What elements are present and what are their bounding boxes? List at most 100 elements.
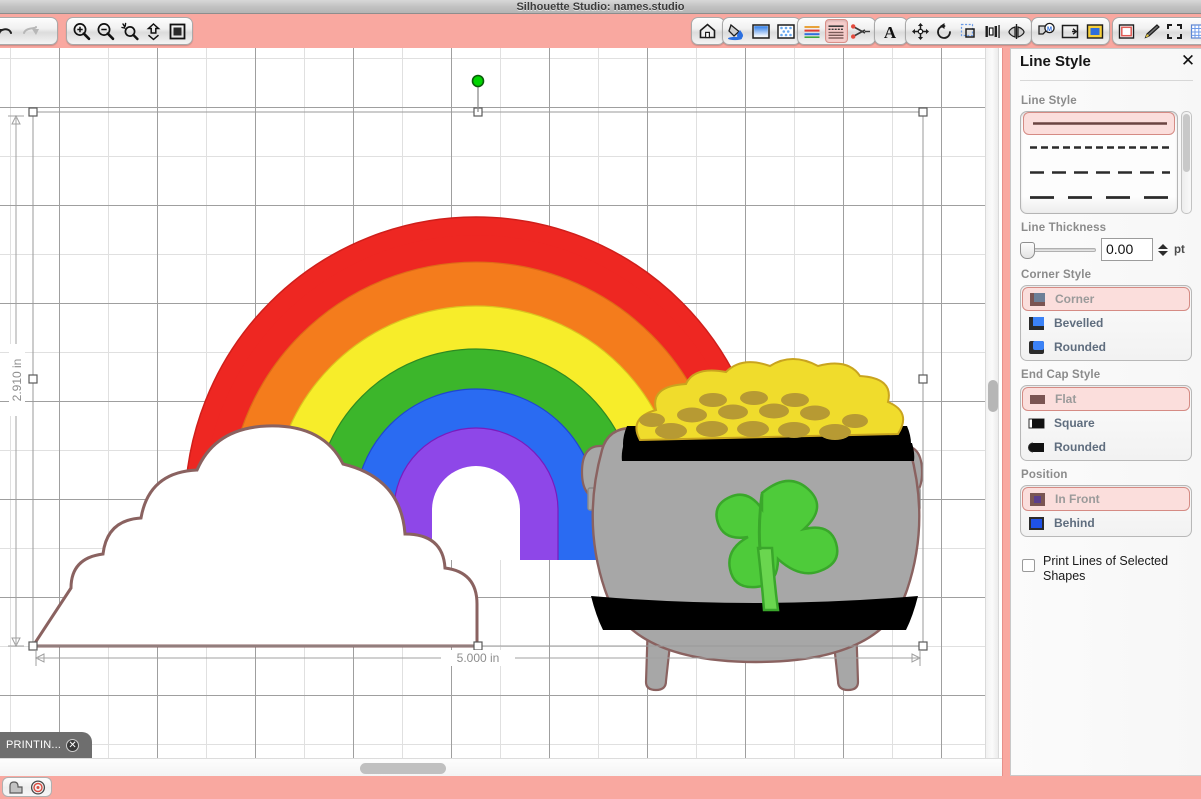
rotate-icon[interactable]: [933, 19, 955, 43]
redo-icon[interactable]: [18, 19, 42, 43]
corner-style-option-corner[interactable]: Corner: [1022, 287, 1190, 311]
fit-to-page-icon[interactable]: [143, 19, 165, 43]
replicate-icon[interactable]: [1006, 19, 1028, 43]
move-icon[interactable]: [909, 19, 931, 43]
option-label: Rounded: [1054, 440, 1106, 454]
line-thickness-section-label: Line Thickness: [1021, 222, 1107, 234]
option-label: Flat: [1055, 392, 1077, 406]
design-canvas[interactable]: 2.910 in 5.000 in: [0, 48, 986, 758]
gradient-fill-icon[interactable]: [750, 19, 772, 43]
horizontal-scrollbar-thumb[interactable]: [360, 763, 446, 774]
vertical-scrollbar-thumb[interactable]: [988, 380, 998, 412]
undo-icon[interactable]: [0, 19, 16, 43]
registration-target-icon[interactable]: [29, 779, 47, 795]
page-setup-icon[interactable]: [1116, 19, 1138, 43]
app-window: Silhouette Studio: names.studio A M 2.91…: [0, 0, 1201, 799]
line-style-listbox[interactable]: [1020, 111, 1192, 214]
corner-style-option-rounded[interactable]: Rounded: [1022, 335, 1190, 359]
line-color-icon[interactable]: [801, 19, 823, 43]
close-icon[interactable]: ✕: [66, 738, 80, 752]
slider-knob[interactable]: [1020, 241, 1035, 259]
print-lines-row[interactable]: Print Lines of Selected Shapes: [1020, 554, 1192, 584]
scale-icon[interactable]: [957, 19, 979, 43]
position-group: In Front Behind: [1020, 485, 1192, 537]
option-label: Square: [1054, 416, 1095, 430]
fill-color-icon[interactable]: [726, 19, 748, 43]
title-bar: Silhouette Studio: names.studio: [0, 0, 1201, 14]
line-style-scrollbar-thumb[interactable]: [1183, 114, 1190, 172]
position-option-behind[interactable]: Behind: [1022, 511, 1190, 535]
corner-style-group: Corner Bevelled Rounded: [1020, 285, 1192, 361]
line-thickness-stepper[interactable]: [1158, 243, 1169, 256]
option-label: Rounded: [1054, 340, 1106, 354]
line-style-scrollbar[interactable]: [1181, 111, 1192, 214]
corner-style-option-bevelled[interactable]: Bevelled: [1022, 311, 1190, 335]
line-style-icon[interactable]: [825, 19, 848, 43]
svg-text:M: M: [1047, 27, 1052, 33]
artwork-rainbow-pot-of-gold[interactable]: 2.910 in 5.000 in: [0, 48, 986, 758]
footer-tool-group: [2, 777, 52, 797]
line-style-option-medium-dash[interactable]: [1021, 160, 1177, 185]
svg-text:2.910 in: 2.910 in: [10, 359, 24, 402]
printing-tab-label: PRINTIN...: [6, 739, 62, 751]
end-cap-option-flat[interactable]: Flat: [1022, 387, 1190, 411]
zoom-in-icon[interactable]: [70, 19, 92, 43]
zoom-selection-icon[interactable]: [118, 19, 140, 43]
close-icon[interactable]: ✕: [1180, 52, 1196, 69]
modify-icon[interactable]: M: [1035, 19, 1057, 43]
print-lines-checkbox[interactable]: [1022, 559, 1035, 572]
option-label: Behind: [1054, 516, 1095, 530]
toolbar-group-modify: M: [1031, 17, 1110, 45]
cut-style-icon[interactable]: [850, 19, 872, 43]
stepper-down-icon[interactable]: [1158, 250, 1168, 256]
cut-settings-icon[interactable]: [1187, 19, 1201, 43]
dimension-label-width: 5.000 in: [441, 650, 515, 666]
zoom-out-icon[interactable]: [94, 19, 116, 43]
toolbar-group-line: [797, 17, 876, 45]
fit-to-window-icon[interactable]: [167, 19, 189, 43]
dimension-label-height: 2.910 in: [9, 344, 25, 416]
toolbar-group-transform: [905, 17, 1032, 45]
rotation-handle: [471, 74, 485, 112]
option-label: Corner: [1055, 292, 1095, 306]
registration-marks-icon[interactable]: [1164, 19, 1186, 43]
pen-tool-icon[interactable]: [1140, 19, 1162, 43]
line-style-option-fine-dash[interactable]: [1021, 135, 1177, 160]
toolbar-group-page: [1112, 17, 1201, 45]
svg-text:5.000 in: 5.000 in: [457, 651, 500, 665]
panel-body: Line Style Line Thickness 0.00 pt Corner…: [1011, 81, 1201, 584]
line-thickness-slider[interactable]: [1020, 241, 1096, 259]
offset-icon[interactable]: [1059, 19, 1081, 43]
end-cap-option-rounded[interactable]: Rounded: [1022, 435, 1190, 459]
position-section-label: Position: [1021, 469, 1068, 481]
position-option-in-front[interactable]: In Front: [1022, 487, 1190, 511]
line-style-section-label: Line Style: [1021, 95, 1077, 107]
option-label: In Front: [1055, 492, 1100, 506]
line-style-panel: Line Style ✕ Line Style Line Thickness 0…: [1010, 48, 1201, 776]
option-label: Bevelled: [1054, 316, 1104, 330]
page-title: Line Style: [1020, 53, 1091, 70]
window-title: Silhouette Studio: names.studio: [516, 0, 685, 13]
pattern-fill-icon[interactable]: [775, 19, 797, 43]
stepper-up-icon[interactable]: [1158, 243, 1168, 249]
main-toolbar: A M: [0, 14, 1201, 48]
line-thickness-unit: pt: [1174, 243, 1185, 256]
printing-tab[interactable]: PRINTIN... ✕: [0, 732, 92, 758]
footer-bar: [0, 776, 1201, 799]
vertical-scrollbar[interactable]: [985, 48, 999, 758]
trace-icon[interactable]: [1084, 19, 1106, 43]
line-style-option-solid[interactable]: [1023, 112, 1175, 135]
text-style-icon[interactable]: A: [878, 19, 902, 43]
canvas-workspace[interactable]: 2.910 in 5.000 in PRINTIN... ✕: [0, 48, 1003, 776]
horizontal-scrollbar[interactable]: [0, 758, 1002, 776]
toolbar-group-home: [691, 17, 725, 45]
end-cap-option-square[interactable]: Square: [1022, 411, 1190, 435]
line-style-option-long-dash[interactable]: [1021, 185, 1177, 210]
line-thickness-input[interactable]: 0.00: [1101, 238, 1153, 261]
cursor-icon[interactable]: [7, 779, 25, 795]
print-lines-label: Print Lines of Selected Shapes: [1043, 554, 1169, 583]
end-cap-style-section-label: End Cap Style: [1021, 369, 1101, 381]
align-icon[interactable]: [982, 19, 1004, 43]
corner-style-section-label: Corner Style: [1021, 269, 1092, 281]
home-icon[interactable]: [695, 19, 719, 43]
